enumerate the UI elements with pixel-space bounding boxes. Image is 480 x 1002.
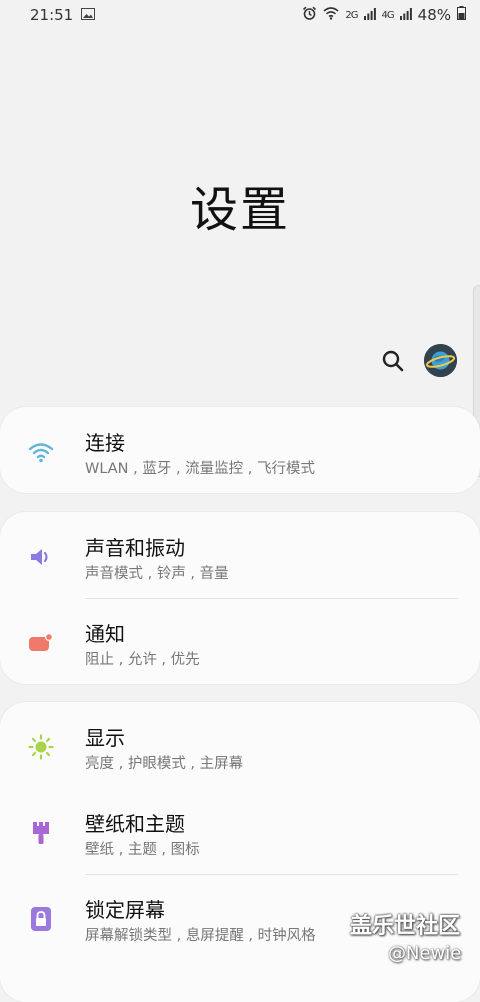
- lock-icon: [28, 906, 54, 932]
- settings-item-connections[interactable]: 连接 WLAN , 蓝牙 , 流量监控 , 飞行模式: [0, 407, 480, 493]
- item-title: 锁定屏幕: [85, 898, 165, 922]
- item-title: 声音和振动: [85, 536, 185, 560]
- account-avatar[interactable]: [424, 344, 457, 377]
- item-subtitle: WLAN , 蓝牙 , 流量监控 , 飞行模式: [85, 461, 315, 477]
- wifi-icon: [28, 439, 54, 465]
- signal1-icon: [363, 6, 376, 24]
- notification-icon: [28, 630, 54, 656]
- alarm-icon: [302, 6, 317, 25]
- settings-item-display[interactable]: 显示 亮度 , 护眼模式 , 主屏幕: [0, 702, 480, 788]
- signal2-label: 4G: [381, 9, 395, 21]
- item-subtitle: 声音模式 , 铃声 , 音量: [85, 566, 229, 582]
- status-time: 21:51: [30, 6, 74, 24]
- item-subtitle: 亮度 , 护眼模式 , 主屏幕: [85, 756, 244, 772]
- signal2-icon: [399, 6, 412, 24]
- watermark-line2: @Newie: [388, 943, 462, 964]
- settings-card-sound: 声音和振动 声音模式 , 铃声 , 音量 通知 阻止 , 允许 , 优先: [0, 512, 480, 684]
- search-icon[interactable]: [381, 349, 405, 373]
- item-subtitle: 壁纸 , 主题 , 图标: [85, 842, 200, 858]
- image-notification-icon: [81, 6, 96, 24]
- brightness-icon: [28, 734, 54, 760]
- item-title: 通知: [85, 622, 125, 646]
- settings-item-notifications[interactable]: 通知 阻止 , 允许 , 优先: [0, 598, 480, 684]
- signal1-label: 2G: [345, 9, 358, 21]
- planet-icon: [424, 344, 457, 377]
- item-title: 连接: [85, 431, 125, 455]
- item-subtitle: 屏幕解锁类型 , 息屏提醒 , 时钟风格: [85, 928, 316, 944]
- settings-card-connections: 连接 WLAN , 蓝牙 , 流量监控 , 飞行模式: [0, 407, 480, 493]
- battery-percent: 48%: [417, 6, 451, 24]
- watermark-line1: 盖乐世社区: [350, 914, 461, 939]
- status-bar: 21:51 2G 4G 48%: [0, 0, 480, 30]
- battery-icon: [457, 6, 466, 24]
- paint-brush-icon: [28, 820, 54, 846]
- item-title: 显示: [85, 726, 125, 750]
- speaker-icon: [28, 544, 54, 570]
- settings-item-sound[interactable]: 声音和振动 声音模式 , 铃声 , 音量: [0, 512, 480, 598]
- item-title: 壁纸和主题: [85, 812, 185, 836]
- settings-item-wallpapers-themes[interactable]: 壁纸和主题 壁纸 , 主题 , 图标: [0, 788, 480, 874]
- wifi-status-icon: [323, 6, 339, 24]
- page-title: 设置: [189, 182, 290, 238]
- item-subtitle: 阻止 , 允许 , 优先: [85, 652, 200, 668]
